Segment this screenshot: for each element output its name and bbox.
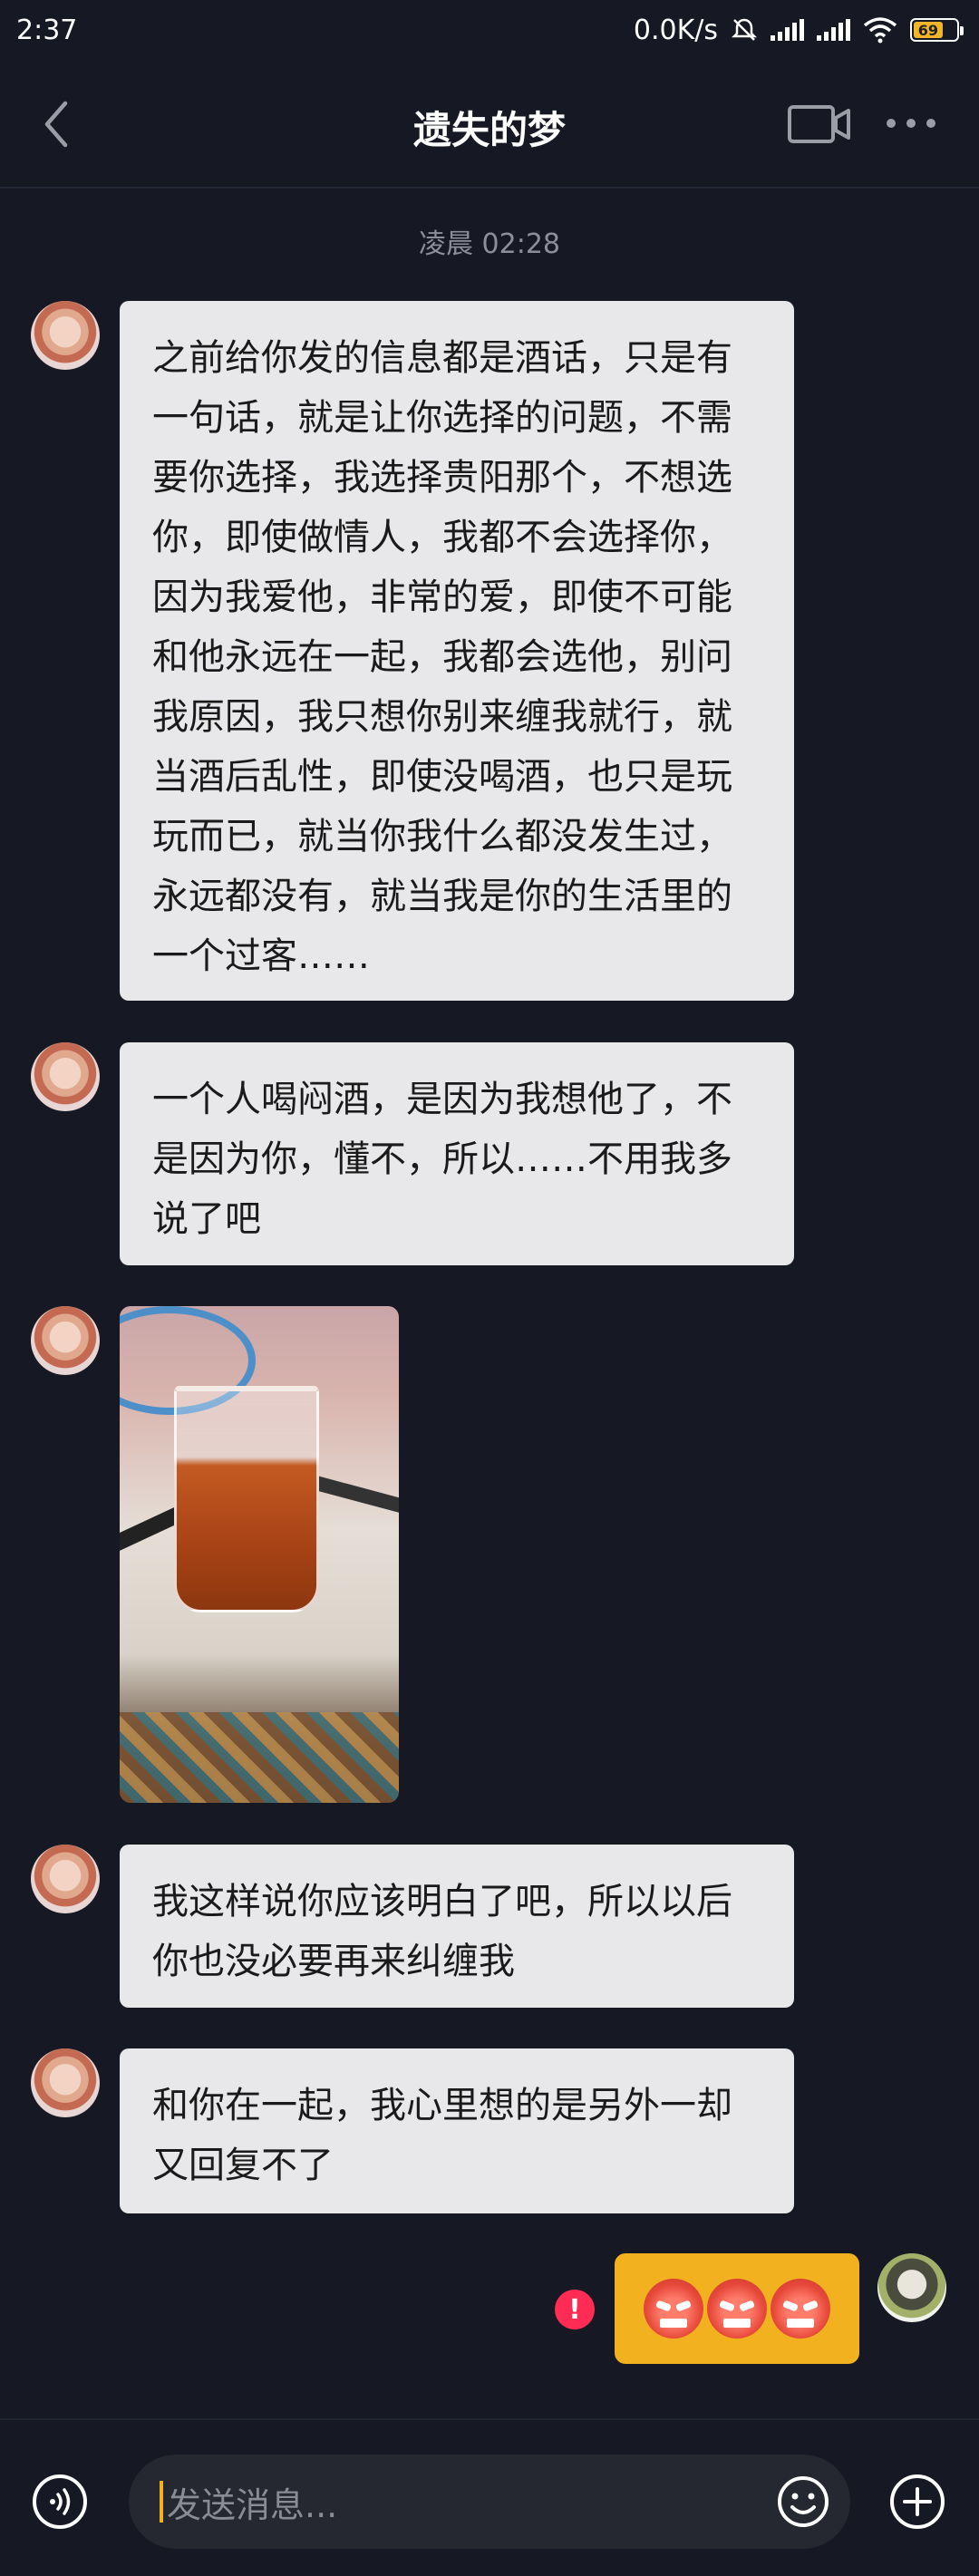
add-icon[interactable]	[888, 2473, 946, 2531]
avatar[interactable]	[31, 1306, 100, 1375]
send-failed-icon[interactable]: !	[555, 2290, 595, 2329]
message-timestamp: 凌晨 02:28	[419, 228, 560, 260]
mute-bell-icon	[731, 18, 758, 41]
sent-emoji-bubble[interactable]	[615, 2253, 859, 2364]
angry-emoji-icon	[771, 2279, 830, 2339]
wifi-icon	[863, 17, 897, 44]
avatar[interactable]	[31, 1042, 100, 1111]
angry-emoji-icon	[707, 2279, 767, 2339]
my-avatar[interactable]	[877, 2253, 946, 2322]
photo-message[interactable]	[120, 1306, 399, 1803]
message-bubble[interactable]: 和你在一起，我心里想的是另外一却又回复不了	[120, 2048, 794, 2213]
chat-header: 遗失的梦	[0, 60, 979, 189]
message-bubble[interactable]: 我这样说你应该明白了吧，所以以后你也没必要再来纠缠我	[120, 1845, 794, 2008]
signal-icon	[817, 19, 850, 41]
video-call-icon[interactable]	[787, 102, 852, 147]
avatar[interactable]	[31, 301, 100, 370]
network-speed: 0.0K/s	[633, 14, 718, 46]
more-icon[interactable]	[884, 105, 938, 141]
voice-icon[interactable]	[31, 2473, 89, 2531]
avatar[interactable]	[31, 2048, 100, 2117]
battery-icon: 69	[910, 18, 964, 42]
message-bubble[interactable]: 一个人喝闷酒，是因为我想他了，不是因为你，懂不，所以……不用我多说了吧	[120, 1042, 794, 1265]
emoji-icon[interactable]	[776, 2474, 830, 2529]
status-time: 2:37	[16, 14, 78, 46]
battery-level: 69	[914, 22, 943, 39]
message-bubble[interactable]: 之前给你发的信息都是酒话，只是有一句话，就是让你选择的问题，不需要你选择，我选择…	[120, 301, 794, 1001]
message-input[interactable]: 发送消息...	[129, 2455, 850, 2549]
angry-emoji-icon	[644, 2279, 703, 2339]
status-bar: 2:37 0.0K/s 69	[0, 0, 979, 60]
text-caret	[160, 2481, 163, 2523]
status-icons: 0.0K/s 69	[633, 14, 964, 46]
message-input-placeholder: 发送消息...	[167, 2484, 338, 2525]
signal-icon	[771, 19, 804, 41]
avatar[interactable]	[31, 1845, 100, 1913]
input-bar: 发送消息...	[0, 2418, 979, 2576]
